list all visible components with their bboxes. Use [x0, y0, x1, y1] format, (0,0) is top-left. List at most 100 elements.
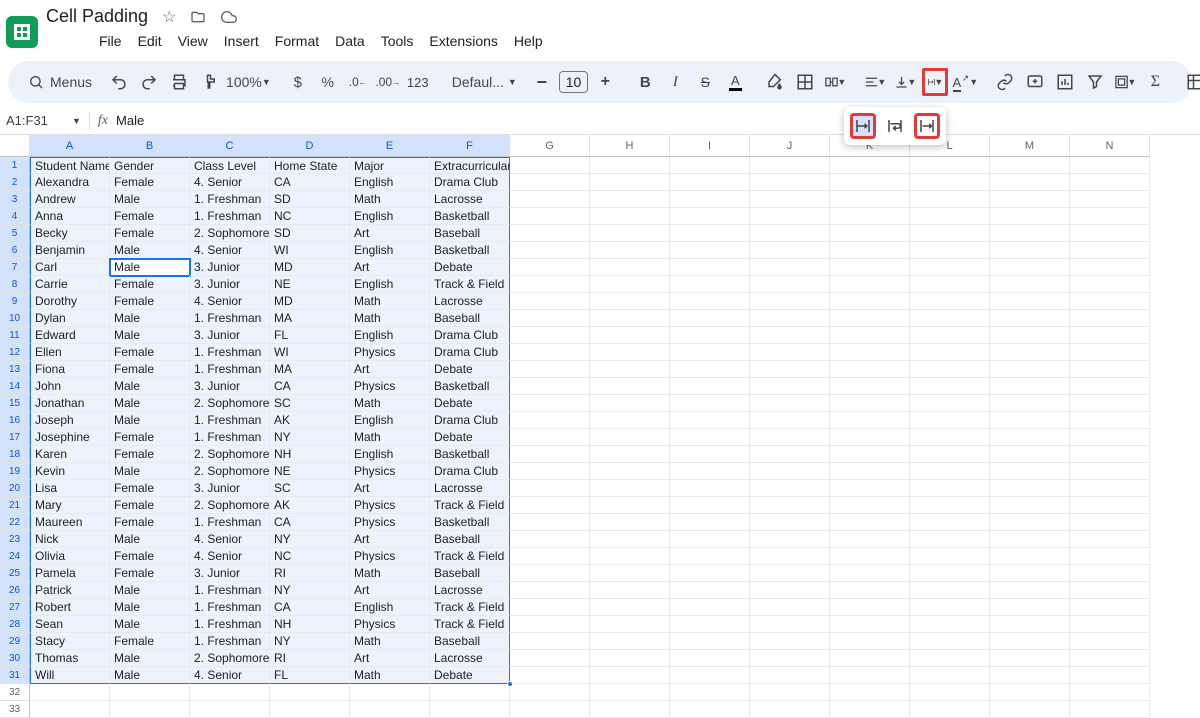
cell[interactable]: Debate [430, 361, 510, 378]
cell[interactable] [750, 395, 830, 412]
cell[interactable]: Carl [30, 259, 110, 276]
row-header[interactable]: 18 [0, 446, 30, 463]
cell[interactable]: Math [350, 310, 430, 327]
row-header[interactable]: 28 [0, 616, 30, 633]
cell[interactable] [670, 191, 750, 208]
cell[interactable]: 4. Senior [190, 242, 270, 259]
cell[interactable]: Jonathan [30, 395, 110, 412]
cell[interactable]: Drama Club [430, 344, 510, 361]
cell[interactable] [1070, 480, 1150, 497]
cell[interactable]: Karen [30, 446, 110, 463]
cell[interactable] [910, 412, 990, 429]
cell[interactable] [270, 701, 350, 718]
column-header-D[interactable]: D [270, 135, 350, 157]
cell[interactable] [990, 429, 1070, 446]
cell[interactable] [830, 548, 910, 565]
row-header[interactable]: 1 [0, 157, 30, 174]
cell[interactable]: Male [110, 395, 190, 412]
cell[interactable]: Extracurricular Activity [430, 157, 510, 174]
cell[interactable]: SC [270, 480, 350, 497]
wrap-clip-option[interactable] [914, 113, 940, 139]
cell[interactable] [990, 565, 1070, 582]
row-header[interactable]: 21 [0, 497, 30, 514]
row-header[interactable]: 10 [0, 310, 30, 327]
cell[interactable]: Lacrosse [430, 582, 510, 599]
cell[interactable]: Male [110, 463, 190, 480]
cell[interactable]: Sean [30, 616, 110, 633]
cell[interactable] [510, 565, 590, 582]
cell[interactable] [750, 667, 830, 684]
row-header[interactable]: 8 [0, 276, 30, 293]
cell[interactable]: 1. Freshman [190, 633, 270, 650]
cell[interactable]: CA [270, 378, 350, 395]
cell[interactable] [910, 497, 990, 514]
cell[interactable] [830, 344, 910, 361]
cell[interactable]: Male [110, 667, 190, 684]
column-header-N[interactable]: N [1070, 135, 1150, 157]
cell[interactable]: FL [270, 327, 350, 344]
cell[interactable]: MA [270, 361, 350, 378]
cell[interactable] [750, 480, 830, 497]
cell[interactable] [910, 701, 990, 718]
cell[interactable] [510, 650, 590, 667]
cell[interactable] [750, 650, 830, 667]
cell[interactable]: Female [110, 565, 190, 582]
cell[interactable]: 3. Junior [190, 259, 270, 276]
menu-extensions[interactable]: Extensions [422, 29, 504, 53]
cell[interactable]: Female [110, 344, 190, 361]
cell[interactable]: 4. Senior [190, 293, 270, 310]
bold-button[interactable]: B [632, 68, 658, 96]
cell[interactable] [910, 633, 990, 650]
cell[interactable] [590, 701, 670, 718]
column-header-A[interactable]: A [30, 135, 110, 157]
cell[interactable] [1070, 208, 1150, 225]
cell[interactable] [910, 565, 990, 582]
row-header[interactable]: 32 [0, 684, 30, 701]
cell[interactable]: 2. Sophomore [190, 650, 270, 667]
cloud-status-icon[interactable] [220, 9, 238, 25]
cell[interactable]: Mary [30, 497, 110, 514]
menu-view[interactable]: View [171, 29, 215, 53]
cell[interactable] [830, 582, 910, 599]
cell[interactable] [510, 191, 590, 208]
cell[interactable] [750, 361, 830, 378]
cell[interactable]: Baseball [430, 531, 510, 548]
cell[interactable]: Home State [270, 157, 350, 174]
cell[interactable] [910, 599, 990, 616]
toggle-gridlines-button[interactable] [1182, 68, 1200, 96]
cell[interactable] [510, 293, 590, 310]
cell[interactable]: Kevin [30, 463, 110, 480]
row-header[interactable]: 30 [0, 650, 30, 667]
cell[interactable] [990, 310, 1070, 327]
cell[interactable] [990, 276, 1070, 293]
cell[interactable] [750, 446, 830, 463]
cell[interactable] [830, 157, 910, 174]
row-header[interactable]: 31 [0, 667, 30, 684]
cell[interactable]: English [350, 174, 430, 191]
cell[interactable] [990, 293, 1070, 310]
insert-link-button[interactable] [992, 68, 1018, 96]
cell[interactable] [910, 684, 990, 701]
cell[interactable] [510, 310, 590, 327]
cell[interactable]: Female [110, 429, 190, 446]
cell[interactable]: Art [350, 361, 430, 378]
cell[interactable]: Physics [350, 463, 430, 480]
cell[interactable] [910, 225, 990, 242]
cell[interactable]: English [350, 208, 430, 225]
name-box[interactable]: A1:F31 [6, 113, 66, 128]
row-header[interactable]: 11 [0, 327, 30, 344]
cell[interactable] [910, 616, 990, 633]
cell[interactable] [1070, 276, 1150, 293]
column-header-G[interactable]: G [510, 135, 590, 157]
cell[interactable] [910, 514, 990, 531]
cell[interactable]: RI [270, 650, 350, 667]
cell[interactable] [910, 463, 990, 480]
cell[interactable]: SD [270, 191, 350, 208]
cell[interactable] [830, 446, 910, 463]
cell[interactable] [1070, 446, 1150, 463]
cell[interactable]: Physics [350, 378, 430, 395]
cell[interactable] [1070, 684, 1150, 701]
cell[interactable]: Math [350, 667, 430, 684]
cell[interactable]: Math [350, 191, 430, 208]
cell[interactable] [750, 599, 830, 616]
